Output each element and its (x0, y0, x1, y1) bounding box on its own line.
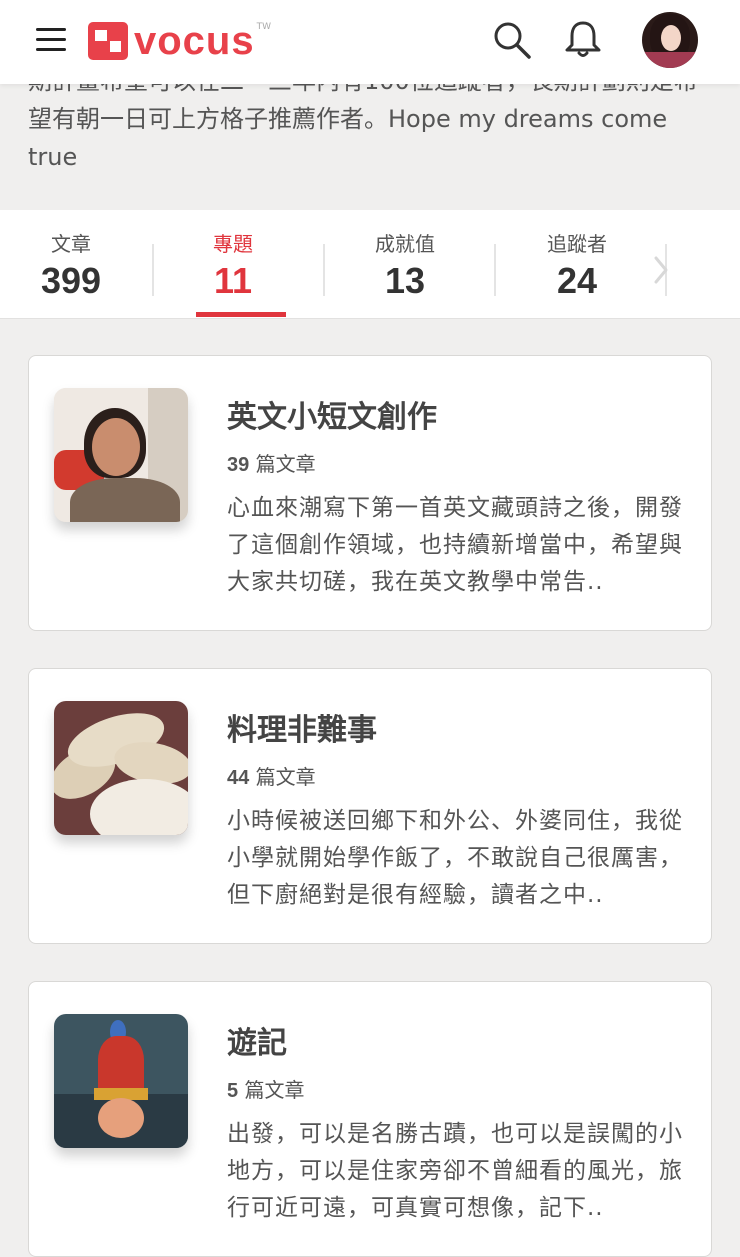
article-count-suffix: 篇文章 (244, 1078, 305, 1102)
article-count-number: 5 (227, 1080, 239, 1102)
topic-thumbnail (54, 388, 188, 522)
article-count-suffix: 篇文章 (255, 765, 316, 789)
article-count-suffix: 篇文章 (255, 452, 316, 476)
tab-topics[interactable]: 專題 11 (148, 210, 318, 318)
topic-article-count: 44 篇文章 (227, 761, 316, 790)
chevron-right-icon[interactable] (650, 250, 672, 290)
brand-name: vocus (134, 19, 255, 63)
vocus-logo-mark-icon (88, 22, 128, 60)
vocus-logo[interactable]: vocus TW (88, 18, 271, 64)
hamburger-menu-icon[interactable] (36, 26, 68, 54)
active-tab-underline (196, 312, 286, 317)
followers-label: 追蹤者 (547, 232, 607, 256)
topic-title[interactable]: 遊記 (227, 1018, 287, 1062)
articles-count: 399 (40, 260, 102, 301)
topic-description: 小時候被送回鄉下和外公、外婆同住，我從小學就開始學作飯了，不敢說自己很厲害，但下… (227, 808, 683, 908)
notification-bell-icon[interactable] (562, 18, 604, 60)
topic-card[interactable]: 英文小短文創作 39 篇文章 心血來潮寫下第一首英文藏頭詩之後，開發了這個創作領… (28, 355, 712, 631)
articles-label: 文章 (51, 232, 91, 256)
topics-count: 11 (213, 260, 253, 301)
user-avatar[interactable] (642, 12, 698, 68)
topic-title[interactable]: 英文小短文創作 (227, 392, 437, 436)
topic-card[interactable]: 料理非難事 44 篇文章 小時候被送回鄉下和外公、外婆同住，我從小學就開始學作飯… (28, 668, 712, 944)
achievements-label: 成就值 (375, 232, 435, 256)
topic-thumbnail (54, 701, 188, 835)
topic-article-count: 5 篇文章 (227, 1074, 304, 1103)
followers-count: 24 (556, 260, 598, 301)
tab-achievements[interactable]: 成就值 13 (320, 210, 490, 318)
article-count-number: 39 (227, 454, 250, 476)
trademark-label: TW (256, 22, 272, 32)
topic-article-count: 39 篇文章 (227, 448, 316, 477)
search-icon[interactable] (492, 20, 532, 60)
topic-description: 心血來潮寫下第一首英文藏頭詩之後，開發了這個創作領域，也持續新增當中，希望與大家… (227, 495, 683, 595)
tab-followers[interactable]: 追蹤者 24 (492, 210, 662, 318)
topic-card[interactable]: 遊記 5 篇文章 出發，可以是名勝古蹟，也可以是誤闖的小地方，可以是住家旁卻不曾… (28, 981, 712, 1257)
achievements-count: 13 (384, 260, 426, 301)
profile-stats-bar: 文章 399 專題 11 成就值 13 追蹤者 24 (0, 210, 740, 319)
topic-description: 出發，可以是名勝古蹟，也可以是誤闖的小地方，可以是住家旁卻不曾細看的風光，旅行可… (227, 1121, 683, 1221)
topic-thumbnail (54, 1014, 188, 1148)
tab-articles[interactable]: 文章 399 (0, 210, 156, 318)
topic-title[interactable]: 料理非難事 (227, 705, 377, 749)
article-count-number: 44 (227, 767, 250, 789)
topics-label: 專題 (213, 232, 253, 256)
top-navigation-bar: vocus TW (0, 0, 740, 84)
